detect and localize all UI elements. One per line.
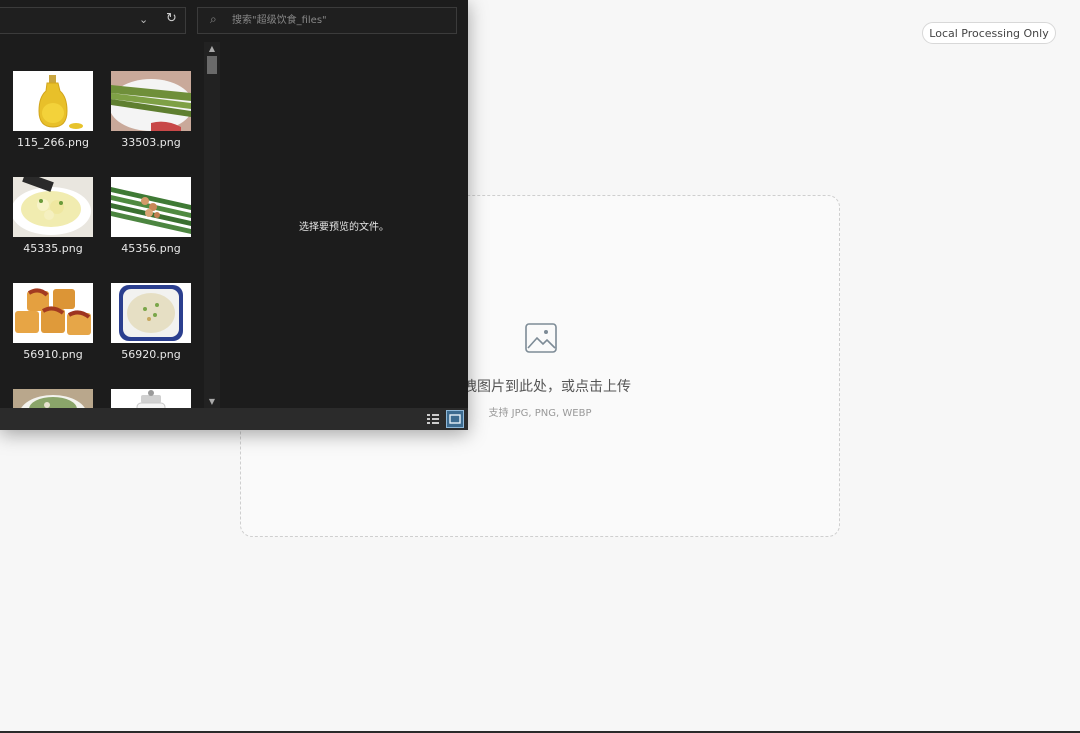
- file-name[interactable]: 45335.png: [3, 242, 103, 255]
- scroll-up-icon[interactable]: ▲: [204, 44, 220, 53]
- file-name[interactable]: 115_266.png: [3, 136, 103, 149]
- file-name[interactable]: 56920.png: [101, 348, 201, 361]
- local-processing-badge: Local Processing Only: [922, 22, 1056, 44]
- file-name[interactable]: 33503.png: [101, 136, 201, 149]
- file-thumbnail[interactable]: [111, 389, 191, 408]
- salad-bowl-thumb: [13, 389, 93, 408]
- glazed-tofu-thumb: [13, 283, 93, 343]
- file-list-scrollbar[interactable]: ▲ ▼: [204, 42, 220, 408]
- file-name[interactable]: 45356.png: [101, 242, 201, 255]
- search-box[interactable]: ⌕: [197, 7, 457, 34]
- details-view-icon[interactable]: [426, 412, 440, 426]
- file-list: 115_266.png 33503.png 45335.png 45356.pn…: [0, 42, 204, 408]
- file-thumbnail[interactable]: [13, 283, 93, 343]
- file-thumbnail[interactable]: [13, 389, 93, 408]
- address-bar[interactable]: ⌄ ↻: [0, 7, 186, 34]
- rice-dish-thumb: [111, 283, 191, 343]
- chevron-down-icon[interactable]: ⌄: [139, 13, 148, 26]
- asparagus-nuts-thumb: [111, 177, 191, 237]
- file-thumbnail[interactable]: [111, 283, 191, 343]
- file-thumbnail[interactable]: [111, 177, 191, 237]
- scroll-down-icon[interactable]: ▼: [204, 397, 220, 406]
- scrollbar-thumb[interactable]: [207, 56, 217, 74]
- file-open-dialog: ⌄ ↻ ⌕ 115_266.png: [0, 0, 468, 430]
- image-icon: [525, 323, 557, 353]
- search-input[interactable]: [232, 11, 447, 30]
- badge-label: Local Processing Only: [929, 26, 1049, 40]
- file-thumbnail[interactable]: [13, 177, 93, 237]
- asparagus-plate-thumb: [111, 71, 191, 131]
- file-name[interactable]: 56910.png: [3, 348, 103, 361]
- potato-salad-thumb: [13, 177, 93, 237]
- preview-pane: 选择要预览的文件。: [220, 42, 468, 408]
- oil-bottle-thumb: [13, 71, 93, 131]
- file-thumbnail[interactable]: [111, 71, 191, 131]
- file-thumbnail[interactable]: [13, 71, 93, 131]
- thumbnail-view-icon[interactable]: [446, 410, 464, 428]
- refresh-icon[interactable]: ↻: [166, 11, 177, 26]
- search-icon: ⌕: [210, 12, 217, 26]
- glass-jar-thumb: [111, 389, 191, 408]
- preview-message: 选择要预览的文件。: [299, 222, 389, 233]
- status-bar: [0, 408, 468, 430]
